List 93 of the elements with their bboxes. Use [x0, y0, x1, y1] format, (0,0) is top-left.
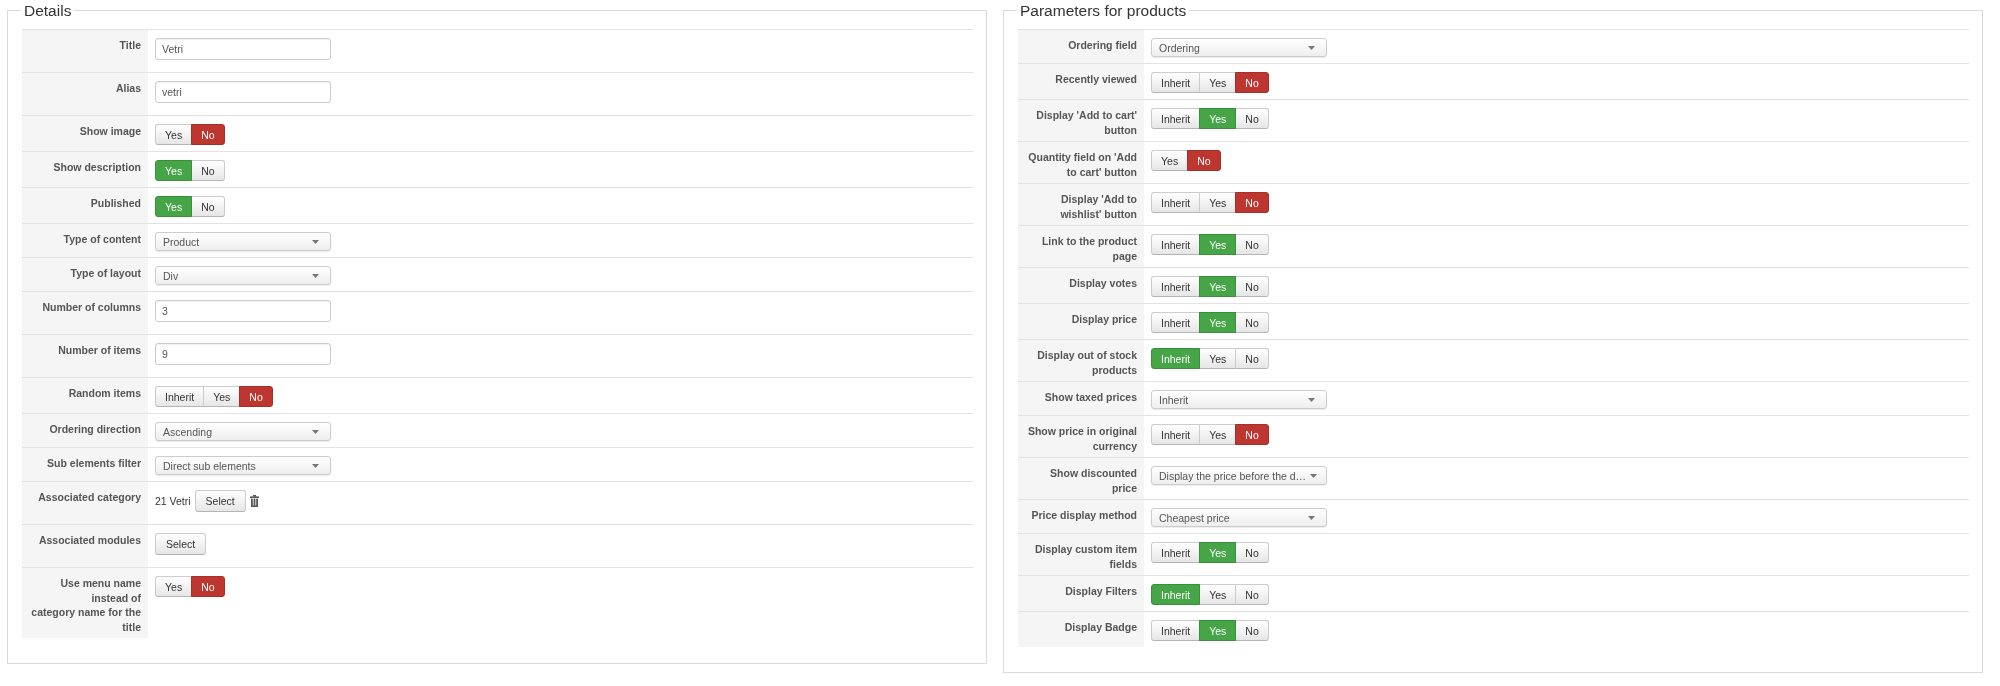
text-field[interactable]: Vetri	[155, 38, 331, 60]
option-button[interactable]: Yes	[155, 576, 193, 597]
field-label: Display 'Add to cart' button	[1036, 109, 1137, 136]
option-button[interactable]: No	[1235, 584, 1269, 605]
option-button[interactable]: Inherit	[1151, 542, 1201, 563]
field-label: Title	[119, 39, 141, 51]
section-title: Parameters for products	[1019, 1, 1188, 21]
select-button[interactable]: Select	[194, 490, 246, 512]
field-label: Display votes	[1069, 277, 1137, 289]
option-button[interactable]: No	[1235, 312, 1269, 333]
caret-icon	[1308, 515, 1315, 520]
dropdown[interactable]: Cheapest price	[1151, 508, 1327, 527]
option-button[interactable]: Inherit	[155, 386, 205, 407]
option-button[interactable]: Inherit	[1151, 192, 1201, 213]
field-label: Alias	[115, 82, 141, 94]
option-button[interactable]: No	[1235, 72, 1269, 93]
option-button[interactable]: Yes	[203, 386, 241, 407]
option-button[interactable]: Inherit	[1151, 108, 1201, 129]
text-field[interactable]: 9	[155, 343, 331, 365]
field-label: Recently viewed	[1055, 73, 1137, 85]
dropdown[interactable]: Div	[155, 266, 331, 285]
option-button[interactable]: Inherit	[1151, 424, 1201, 445]
field-label: Show description	[53, 161, 141, 173]
caret-icon	[1310, 473, 1318, 478]
field-label: Ordering direction	[49, 423, 141, 435]
option-button[interactable]: No	[1235, 348, 1269, 369]
option-button[interactable]: Inherit	[1151, 234, 1201, 255]
field-label: Display Badge	[1064, 621, 1137, 633]
caret-icon	[1308, 397, 1315, 402]
option-button[interactable]: No	[239, 386, 273, 407]
field-label: Display 'Add to wishlist' button	[1060, 193, 1137, 220]
text-field[interactable]: vetri	[155, 81, 331, 103]
caret-icon	[312, 429, 319, 434]
field-label: Use menu name instead of category name for the title	[31, 577, 141, 633]
option-button[interactable]: No	[1187, 150, 1221, 171]
option-button[interactable]: Yes	[1199, 192, 1237, 213]
option-button[interactable]: No	[1235, 192, 1269, 213]
field-label: Price display method	[1031, 509, 1137, 521]
field-label: Ordering field	[1068, 39, 1137, 51]
dropdown[interactable]: Ascending	[155, 422, 331, 441]
dropdown[interactable]: Product	[155, 232, 331, 251]
field-label: Sub elements filter	[47, 457, 141, 469]
field-label: Show taxed prices	[1044, 391, 1137, 403]
caret-icon	[1308, 45, 1315, 50]
option-button[interactable]: Yes	[155, 124, 193, 145]
option-button[interactable]: No	[1235, 542, 1269, 563]
option-button[interactable]: No	[191, 160, 225, 181]
field-label: Display price	[1071, 313, 1137, 325]
select-button[interactable]: Select	[155, 533, 207, 555]
option-button[interactable]: Yes	[1199, 584, 1237, 605]
caret-icon	[312, 273, 319, 278]
dropdown[interactable]: Inherit	[1151, 390, 1327, 409]
dropdown[interactable]: Ordering	[1151, 38, 1327, 57]
field-label: Random items	[68, 387, 141, 399]
option-button[interactable]: Inherit	[1151, 620, 1201, 641]
field-label: Display out of stock products	[1037, 349, 1137, 376]
option-button[interactable]: No	[1235, 108, 1269, 129]
option-button[interactable]: No	[1235, 620, 1269, 641]
field-label: Associated category	[38, 491, 141, 503]
option-button[interactable]: Inherit	[1151, 72, 1201, 93]
option-button[interactable]: No	[1235, 424, 1269, 445]
option-button[interactable]: No	[191, 196, 225, 217]
field-label: Display custom item fields	[1034, 543, 1137, 570]
field-label: Quantity field on 'Add to cart' button	[1028, 151, 1137, 178]
field-label: Link to the product page	[1041, 235, 1137, 262]
field-label: Number of columns	[42, 301, 141, 313]
field-label: Type of layout	[70, 267, 141, 279]
option-button[interactable]: Yes	[1199, 424, 1237, 445]
option-button[interactable]: No	[191, 576, 225, 597]
field-label: Published	[90, 197, 141, 209]
dropdown[interactable]: Display the price before the d…	[1151, 466, 1327, 485]
field-label: Type of content	[63, 233, 141, 245]
section-title: Details	[23, 1, 73, 21]
text-field[interactable]: 3	[155, 300, 331, 322]
field-label: Display Filters	[1065, 585, 1137, 597]
caret-icon	[312, 463, 319, 468]
field-label: Number of items	[58, 344, 141, 356]
field-label: Show discounted price	[1050, 467, 1137, 494]
option-button[interactable]: No	[191, 124, 225, 145]
option-button[interactable]: Yes	[1199, 348, 1237, 369]
field-label: Show price in original currency	[1027, 425, 1137, 452]
option-button[interactable]: Yes	[1199, 72, 1237, 93]
option-button[interactable]: Inherit	[1151, 312, 1201, 333]
category-value: 21 Vetri	[155, 495, 191, 507]
field-label: Show image	[79, 125, 141, 137]
option-button[interactable]: Inherit	[1151, 276, 1201, 297]
option-button[interactable]: Yes	[1151, 150, 1189, 171]
dropdown[interactable]: Direct sub elements	[155, 456, 331, 475]
field-label: Associated modules	[38, 534, 141, 546]
caret-icon	[312, 239, 319, 244]
option-button[interactable]: No	[1235, 234, 1269, 255]
option-button[interactable]: No	[1235, 276, 1269, 297]
trash-icon[interactable]	[249, 495, 259, 507]
